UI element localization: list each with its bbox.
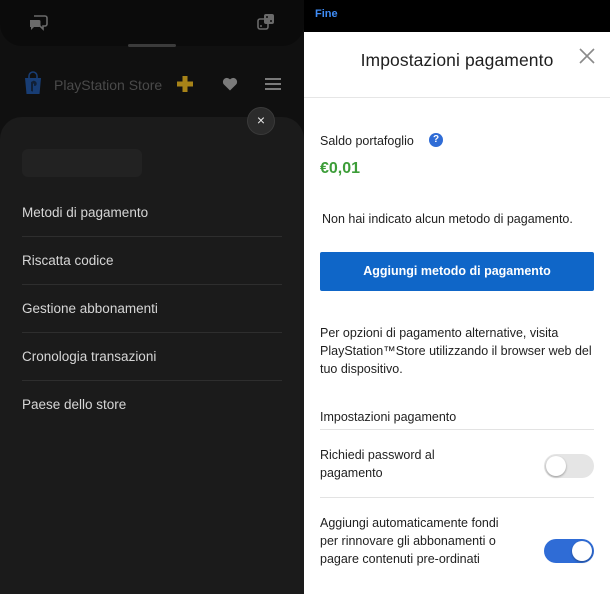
store-title: PlayStation Store: [54, 77, 163, 93]
setting-label: Richiedi password al pagamento: [320, 448, 435, 480]
auto-add-funds-toggle[interactable]: [544, 539, 594, 563]
help-icon[interactable]: ?: [429, 133, 443, 147]
store-pane: PlayStation Store Metodi di pagamento Ri…: [0, 0, 304, 594]
dice-icon[interactable]: [257, 13, 275, 31]
add-payment-method-button[interactable]: Aggiungi metodo di pagamento: [320, 252, 594, 291]
settings-header: Impostazioni pagamento: [304, 32, 610, 98]
chat-icon[interactable]: [28, 14, 48, 32]
require-password-toggle[interactable]: [544, 454, 594, 478]
toggle-knob: [572, 541, 592, 561]
account-menu-sheet: Metodi di pagamento Riscatta codice Gest…: [0, 117, 304, 594]
wallet-label: Saldo portafoglio: [320, 134, 414, 148]
close-sheet-button[interactable]: ×: [247, 107, 275, 135]
menu-item-redeem-code[interactable]: Riscatta codice: [22, 237, 282, 285]
no-payment-method-text: Non hai indicato alcun metodo di pagamen…: [322, 212, 573, 226]
hamburger-menu-icon[interactable]: [264, 77, 282, 91]
menu-item-store-country[interactable]: Paese dello store: [22, 381, 282, 429]
divider: [320, 429, 594, 430]
close-icon[interactable]: [577, 46, 597, 66]
playstation-plus-icon[interactable]: [176, 75, 194, 93]
drag-handle[interactable]: [128, 44, 176, 47]
heart-icon[interactable]: [222, 76, 238, 92]
menu-item-transaction-history[interactable]: Cronologia transazioni: [22, 333, 282, 381]
page-title: Impostazioni pagamento: [360, 50, 554, 70]
playstation-store-logo: [25, 71, 41, 94]
top-card: [0, 0, 304, 46]
account-menu: Metodi di pagamento Riscatta codice Gest…: [22, 189, 282, 429]
section-title: Impostazioni pagamento: [320, 410, 457, 424]
status-bar: Fine: [304, 0, 610, 32]
payment-settings-pane: Fine Impostazioni pagamento Saldo portaf…: [304, 0, 610, 594]
wallet-balance: €0,01: [320, 160, 361, 177]
divider: [320, 497, 594, 498]
alternative-payment-text: Per opzioni di pagamento alternative, vi…: [320, 326, 592, 376]
menu-item-payment-methods[interactable]: Metodi di pagamento: [22, 189, 282, 237]
account-banner-icon: [22, 149, 142, 177]
store-header: PlayStation Store: [0, 62, 304, 108]
setting-require-password: Richiedi password al pagamento: [320, 446, 594, 496]
done-link[interactable]: Fine: [315, 8, 338, 20]
menu-item-subscriptions[interactable]: Gestione abbonamenti: [22, 285, 282, 333]
setting-label: Aggiungi automaticamente fondi per rinno…: [320, 516, 499, 566]
setting-auto-add-funds: Aggiungi automaticamente fondi per rinno…: [320, 514, 594, 590]
toggle-knob: [546, 456, 566, 476]
